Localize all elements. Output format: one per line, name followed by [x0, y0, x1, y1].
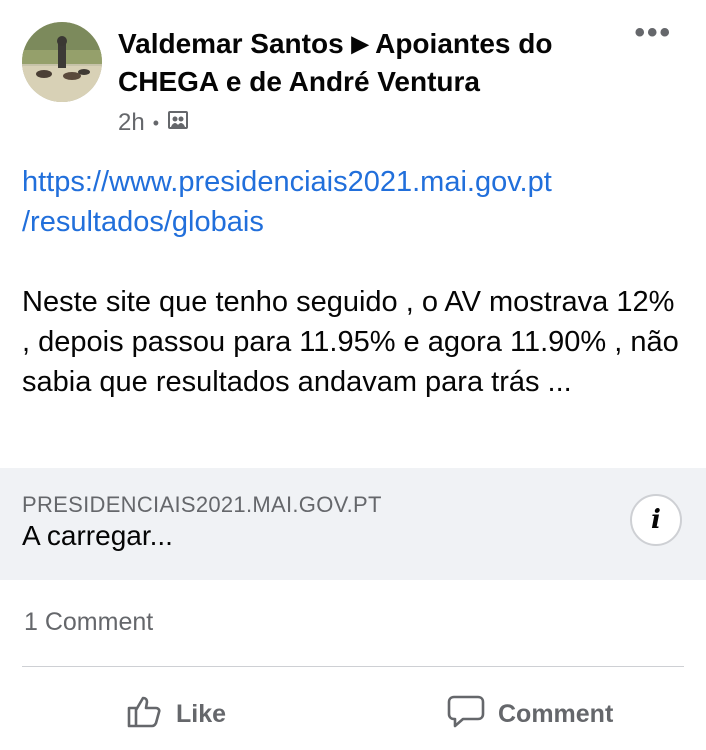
info-icon[interactable]: i [630, 494, 682, 546]
more-options-button[interactable]: ••• [634, 18, 672, 48]
like-button[interactable]: Like [124, 686, 226, 742]
author-avatar[interactable] [22, 22, 102, 102]
avatar-photo [22, 22, 102, 102]
comment-label: Comment [498, 699, 614, 728]
author-name[interactable]: Valdemar Santos [118, 28, 344, 59]
preview-domain: PRESIDENCIAIS2021.MAI.GOV.PT [22, 492, 382, 517]
link-preview-card[interactable]: PRESIDENCIAIS2021.MAI.GOV.PT A carregar.… [0, 468, 706, 580]
post-link-line2[interactable]: /resultados/globais [22, 202, 686, 242]
speech-bubble-icon [446, 691, 498, 738]
actions-divider [22, 666, 684, 667]
post-body: https://www.presidenciais2021.mai.gov.pt… [22, 162, 686, 402]
like-label: Like [176, 699, 227, 728]
comment-count[interactable]: 1 Comment [24, 608, 153, 637]
post-time[interactable]: 2h [118, 109, 145, 137]
meta-dot: • [152, 112, 160, 133]
post-actions: Like Comment [0, 680, 706, 750]
post-text: Neste site que tenho seguido , o AV most… [22, 286, 679, 398]
post-meta: 2h • [118, 108, 189, 138]
arrow-separator: ▶ [351, 31, 369, 56]
thumbs-up-icon [124, 691, 176, 738]
comment-button[interactable]: Comment [446, 686, 613, 742]
post-link-line1[interactable]: https://www.presidenciais2021.mai.gov.pt [22, 162, 686, 202]
post-author-line: Valdemar Santos ▶ Apoiantes do CHEGA e d… [118, 26, 618, 100]
preview-loading-status: A carregar... [22, 520, 173, 551]
post-header: Valdemar Santos ▶ Apoiantes do CHEGA e d… [0, 0, 706, 150]
group-audience-icon [167, 109, 189, 138]
